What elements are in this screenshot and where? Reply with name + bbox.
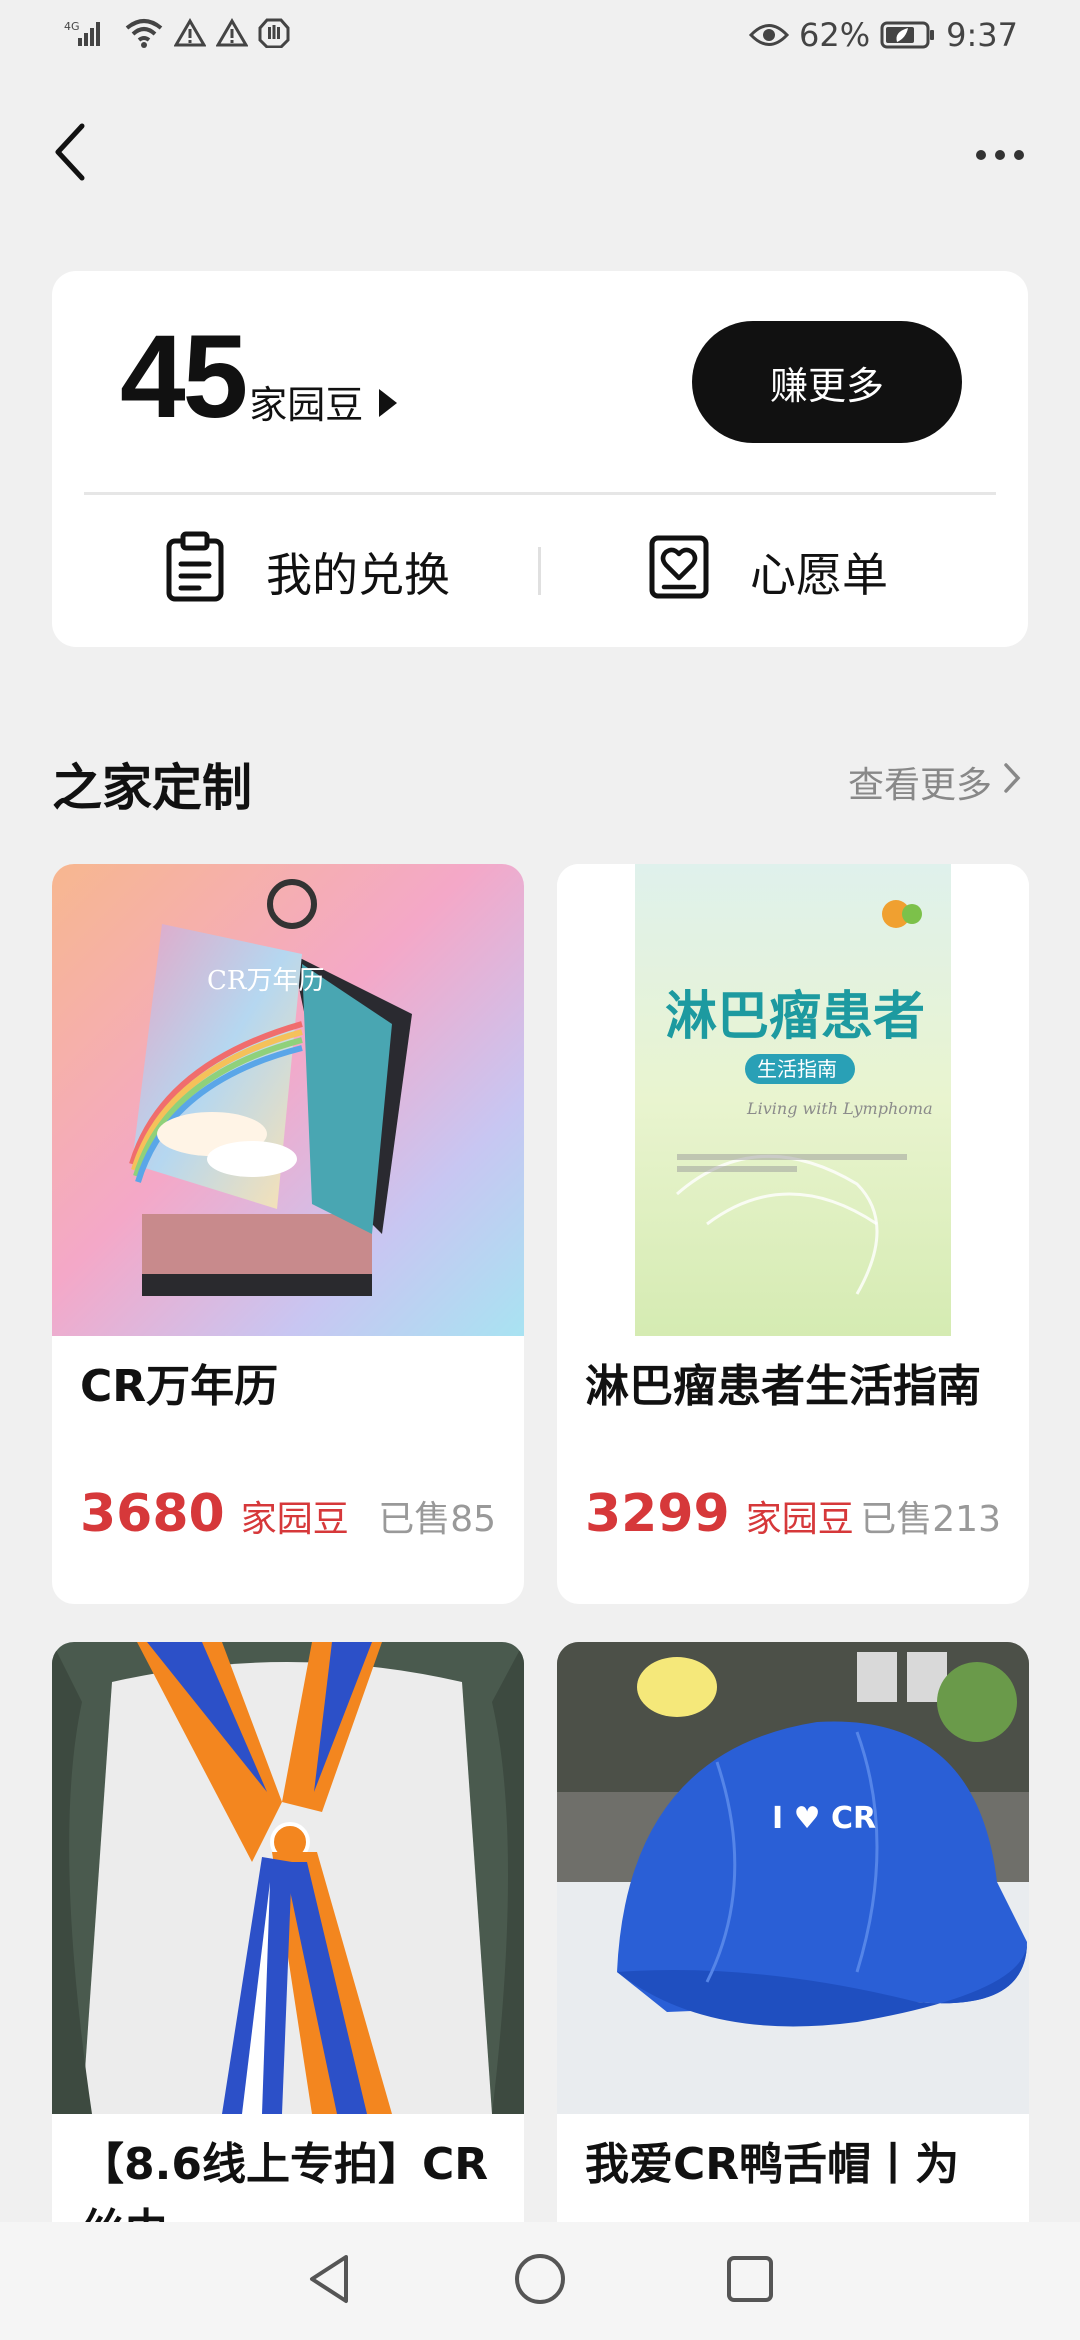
product-title: CR万年历 [80, 1361, 279, 1412]
price-row: 3299 家园豆 已售213 [585, 1484, 1001, 1544]
earn-more-button[interactable]: 赚更多 [692, 321, 962, 443]
hand-shield-icon [258, 18, 290, 48]
sold-count: 已售213 [860, 1499, 1001, 1540]
price-row: 3680 家园豆 已售85 [80, 1484, 496, 1544]
my-exchange-link[interactable]: 我的兑换 [164, 529, 450, 615]
heart-frame-icon [648, 534, 710, 611]
book-english-text: Living with Lymphoma [746, 1099, 933, 1118]
system-back-button[interactable] [300, 2251, 360, 2311]
cellular-signal-icon: 4G [64, 18, 114, 48]
product-card[interactable]: CR万年历 CR万年历 3680 家园豆 已售85 [52, 864, 524, 1604]
product-image: 淋巴瘤患者 生活指南 Living with Lymphoma [557, 864, 1029, 1336]
section-title: 之家定制 [52, 759, 252, 817]
status-left: 4G [64, 18, 290, 48]
square-recents-icon [725, 2254, 775, 2308]
book-title-text: 淋巴瘤患者 [665, 987, 925, 1047]
my-exchange-label: 我的兑换 [266, 548, 450, 602]
status-right: 62% 9:37 [749, 16, 1018, 54]
status-bar: 4G 62% 9:37 [0, 0, 1080, 80]
system-nav-bar [0, 2222, 1080, 2340]
link-separator [538, 547, 541, 595]
back-button[interactable] [40, 118, 100, 190]
product-title: 我爱CR鸭舌帽丨为 [585, 2139, 960, 2190]
product-image: I ♥ CR [557, 1642, 1029, 2114]
product-price: 3680 [80, 1484, 225, 1544]
clipboard-icon [164, 531, 226, 614]
product-image: CR万年历 [52, 864, 524, 1336]
warning-icon [216, 18, 248, 48]
wifi-icon [124, 18, 164, 48]
calendar-image-text: CR万年历 [207, 966, 324, 996]
warning-icon [174, 18, 206, 48]
app-screen: 4G 62% 9:37 45 家园豆 赚更多 我的兑换 心愿单 之家定制 查看更… [0, 0, 1080, 2340]
points-balance[interactable]: 45 家园豆 [120, 311, 398, 443]
clock: 9:37 [946, 16, 1018, 54]
cap-logo-text: I ♥ CR [772, 1801, 876, 1836]
system-home-button[interactable] [510, 2251, 570, 2311]
triangle-right-icon [379, 389, 398, 417]
circle-home-icon [512, 2251, 568, 2311]
view-more-label: 查看更多 [847, 765, 992, 806]
system-recents-button[interactable] [720, 2251, 780, 2311]
wishlist-label: 心愿单 [750, 548, 888, 602]
product-card[interactable]: 淋巴瘤患者 生活指南 Living with Lymphoma 淋巴瘤患者生活指… [557, 864, 1029, 1604]
eye-icon [749, 22, 790, 48]
product-title: 淋巴瘤患者生活指南 [585, 1361, 981, 1412]
points-value: 45 [120, 311, 248, 443]
product-price: 3299 [585, 1484, 730, 1544]
product-image [52, 1642, 524, 2114]
price-unit: 家园豆 [745, 1499, 854, 1540]
more-dot [995, 150, 1005, 160]
battery-percent: 62% [799, 16, 871, 54]
points-card: 45 家园豆 赚更多 我的兑换 心愿单 [52, 271, 1028, 647]
battery-icon [880, 20, 936, 50]
view-more-link[interactable]: 查看更多 [848, 756, 1022, 808]
price-unit: 家园豆 [240, 1499, 349, 1540]
more-dot [1014, 150, 1024, 160]
wishlist-link[interactable]: 心愿单 [648, 529, 888, 615]
sold-count: 已售85 [378, 1499, 496, 1540]
triangle-back-icon [306, 2253, 354, 2309]
chevron-left-icon [52, 122, 88, 186]
svg-text:4G: 4G [64, 20, 80, 33]
book-subtitle-text: 生活指南 [757, 1057, 837, 1081]
points-unit: 家园豆 [249, 383, 364, 427]
more-dots-icon [976, 150, 986, 160]
chevron-right-icon [1002, 761, 1022, 804]
more-menu-button[interactable] [960, 130, 1040, 180]
divider [84, 492, 996, 495]
